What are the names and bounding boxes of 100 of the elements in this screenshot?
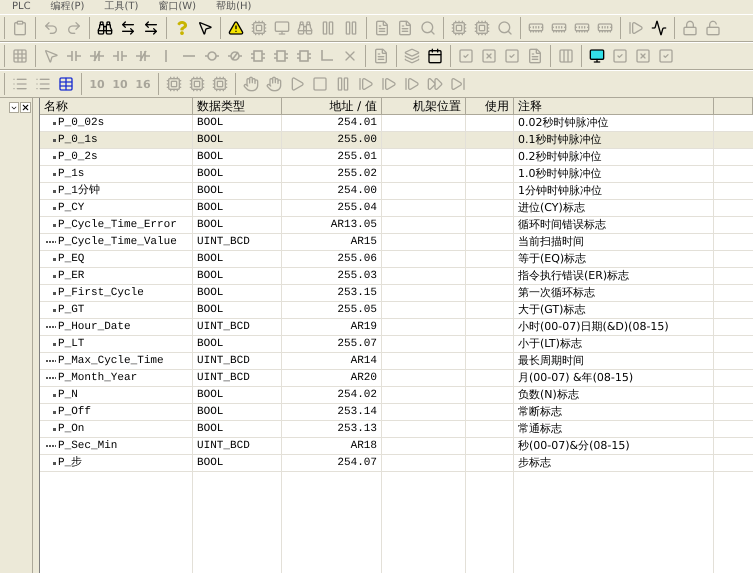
column-header[interactable]: 注释 <box>514 98 714 114</box>
transfer-icon <box>143 20 159 36</box>
bit-symbol-icon <box>53 156 56 158</box>
comment: 常通标志 <box>518 420 562 437</box>
comment: 小时(00-07)日期(&D)(08-15) <box>518 318 669 335</box>
comment: 当前扫描时间 <box>518 234 584 250</box>
column-header[interactable]: 使用 <box>466 98 514 114</box>
menu-item[interactable]: 编程(P) <box>50 2 84 12</box>
symbol-name: P_Max_Cycle_Time <box>58 354 164 369</box>
fast-forward-icon <box>427 76 443 92</box>
comment: 大于(GT)标志 <box>518 302 586 318</box>
bit-symbol-icon <box>53 122 56 124</box>
comment: 循环时间错误标志 <box>518 216 606 233</box>
data-type: BOOL <box>197 150 224 165</box>
chip-icon <box>212 76 228 92</box>
address-value: 253.15 <box>337 286 377 301</box>
list-icon <box>35 76 51 92</box>
address-value: 255.05 <box>337 302 377 318</box>
symbol-name: P_1s <box>58 166 84 182</box>
cross-box-icon <box>635 48 651 64</box>
symbol-name: P_CY <box>58 200 84 216</box>
comment: 第一次循环标志 <box>518 284 595 301</box>
column-header[interactable]: 名称 <box>40 98 193 114</box>
menu-item[interactable]: 工具(T) <box>104 2 138 12</box>
address-value: AR14 <box>350 354 377 369</box>
symbol-name: P_0_2s <box>58 150 98 165</box>
chip-icon <box>451 20 467 36</box>
monitor-icon <box>589 48 605 64</box>
binoculars-icon <box>97 20 113 36</box>
document-icon <box>374 20 390 36</box>
symbol-name: P_LT <box>58 336 84 352</box>
word-symbol-icon <box>46 240 56 244</box>
symbol-name: P_0_02s <box>58 116 104 131</box>
comment: 0.2秒时钟脉冲位 <box>518 148 602 165</box>
data-type: BOOL <box>197 422 224 437</box>
monitor-icon <box>274 20 290 36</box>
search-icon <box>497 20 513 36</box>
address-value: AR19 <box>350 320 377 335</box>
menu-item[interactable]: PLC <box>12 2 31 12</box>
document-icon <box>527 48 543 64</box>
redo-icon <box>66 20 82 36</box>
horizontal-line-icon <box>183 55 195 57</box>
column-header[interactable]: 数据类型 <box>193 98 282 114</box>
column-header[interactable]: 机架位置 <box>382 98 466 114</box>
data-type: BOOL <box>197 132 224 148</box>
pause-icon <box>343 20 359 36</box>
column-header[interactable]: 地址 / 值 <box>282 98 382 114</box>
address-value: AR15 <box>350 234 377 250</box>
symbol-name: P_GT <box>58 302 84 318</box>
function-block-icon <box>273 48 289 64</box>
data-type: BOOL <box>197 302 224 318</box>
data-type: UINT_BCD <box>197 438 250 454</box>
help-icon <box>175 21 189 35</box>
comment: 月(00-07) &年(08-15) <box>518 370 634 386</box>
address-value: 253.13 <box>337 422 377 437</box>
data-type: BOOL <box>197 286 224 301</box>
data-type: BOOL <box>197 336 224 352</box>
symbol-name: P_Hour_Date <box>58 320 131 335</box>
bit-symbol-icon <box>53 342 56 346</box>
address-value: 255.07 <box>337 336 377 352</box>
dropdown-button[interactable] <box>9 102 19 113</box>
comment: 进位(CY)标志 <box>518 200 585 216</box>
stop-icon <box>312 76 328 92</box>
bit-symbol-icon <box>53 190 56 192</box>
data-type: UINT_BCD <box>197 354 250 369</box>
unlock-icon <box>705 20 721 36</box>
menu-item[interactable]: 帮助(H) <box>216 2 252 12</box>
symbol-name: P_Off <box>58 404 92 420</box>
symbol-name: P_First_Cycle <box>58 286 144 301</box>
comment: 0.02秒时钟脉冲位 <box>518 114 608 131</box>
menu-item[interactable]: 窗口(W) <box>158 2 196 12</box>
chip-icon <box>189 76 205 92</box>
bit-symbol-icon <box>53 292 56 294</box>
hand-icon <box>266 76 282 92</box>
step-icon <box>404 76 420 92</box>
data-type: BOOL <box>197 116 224 131</box>
data-type: BOOL <box>197 184 224 199</box>
bit-symbol-icon <box>53 394 56 396</box>
comment: 常断标志 <box>518 404 562 420</box>
comment: 负数(N)标志 <box>518 386 579 403</box>
symbol-name: P_步 <box>58 455 82 471</box>
data-type: UINT_BCD <box>197 234 250 250</box>
symbol-name: P_Cycle_Time_Value <box>58 234 177 250</box>
calendar-icon <box>427 48 443 64</box>
play-icon <box>289 76 305 92</box>
bit-symbol-icon <box>53 138 56 142</box>
close-button[interactable] <box>20 102 31 113</box>
bit-symbol-icon <box>53 172 56 176</box>
columns-icon <box>558 48 574 64</box>
symbol-name: P_EQ <box>58 252 84 267</box>
address-value: 255.03 <box>337 268 377 284</box>
symbol-name: P_Cycle_Time_Error <box>58 218 177 233</box>
contact-icon <box>112 48 128 64</box>
number-base-label: 16 <box>135 78 151 90</box>
number-base-label: 10 <box>112 78 128 90</box>
data-type: BOOL <box>197 200 224 216</box>
vertical-line-icon <box>165 50 167 62</box>
transfer-icon <box>120 20 136 36</box>
word-symbol-icon <box>46 359 56 363</box>
address-value: 254.00 <box>337 184 377 199</box>
